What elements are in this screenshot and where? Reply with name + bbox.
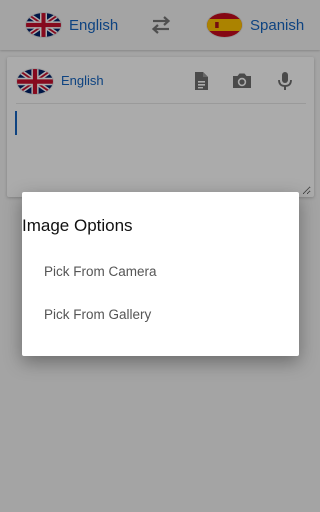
option-label: Pick From Camera — [44, 263, 157, 279]
option-label: Pick From Gallery — [44, 306, 152, 322]
translator-app: English Spanish English Image Options Pi… — [0, 0, 320, 512]
pick-from-camera-option[interactable]: Pick From Camera — [22, 256, 277, 286]
dialog-title: Image Options — [22, 216, 133, 235]
pick-from-gallery-option[interactable]: Pick From Gallery — [22, 299, 277, 329]
